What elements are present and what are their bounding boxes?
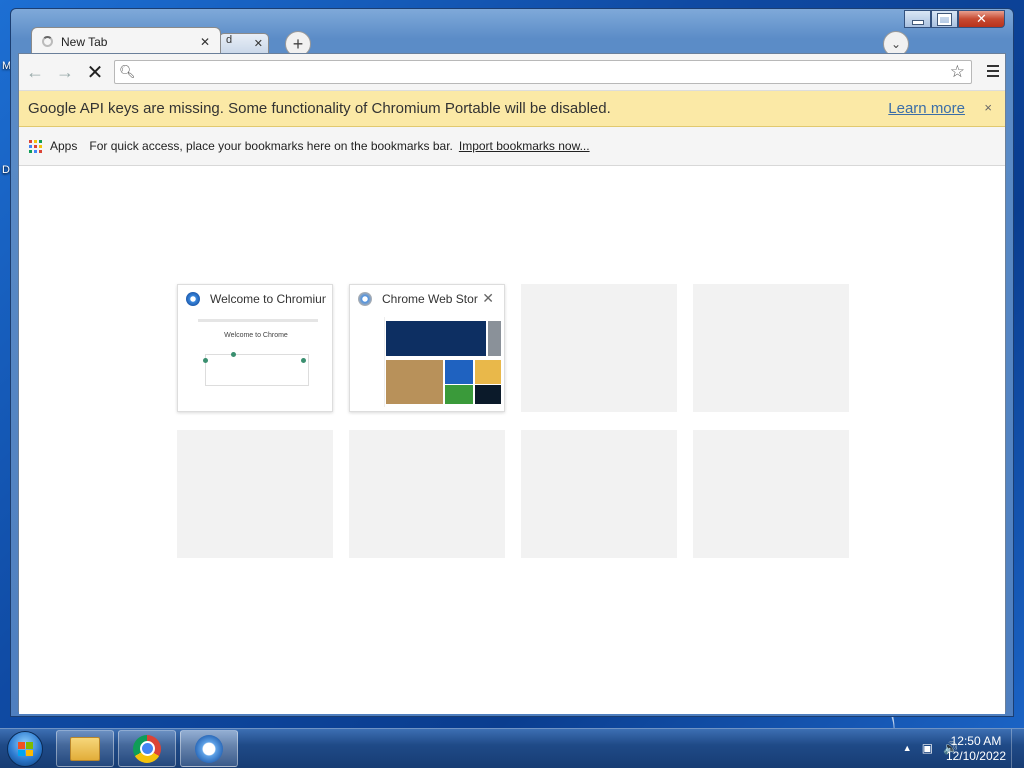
most-visited-tile-empty	[693, 284, 849, 412]
loading-spinner-icon	[42, 36, 53, 47]
taskbar-chrome-button[interactable]	[118, 730, 176, 767]
back-button[interactable]: ←	[21, 58, 49, 86]
tab-label: d	[226, 34, 233, 46]
taskbar-explorer-button[interactable]	[56, 730, 114, 767]
most-visited-tile-empty	[693, 430, 849, 558]
forward-button[interactable]: →	[51, 58, 79, 86]
clock-time: 12:50 AM	[950, 734, 1002, 748]
folder-icon	[70, 736, 100, 761]
chromium-favicon-icon	[186, 292, 200, 306]
most-visited-tile-empty	[177, 430, 333, 558]
import-bookmarks-link[interactable]: Import bookmarks now...	[459, 139, 590, 153]
tile-close-icon[interactable]: ✕	[482, 290, 494, 307]
bookmarks-bar: Apps For quick access, place your bookma…	[19, 127, 1005, 166]
new-tab-page: Welcome to Chromium Welcome to Chrome Ch…	[19, 166, 1005, 714]
apps-grid-icon[interactable]	[29, 139, 42, 153]
search-icon: 🔍︎	[119, 64, 136, 79]
infobar-close-icon[interactable]: ×	[984, 100, 992, 115]
show-desktop-button[interactable]	[1011, 729, 1024, 768]
most-visited-tile-empty	[349, 430, 505, 558]
navigation-toolbar: ← → ✕ 🔍︎ ☆	[19, 54, 1005, 91]
most-visited-tile-empty	[521, 430, 677, 558]
most-visited-tile[interactable]: Welcome to Chromium Welcome to Chrome	[177, 284, 333, 412]
tile-title: Welcome to Chromium	[186, 292, 326, 306]
tab-close-icon[interactable]: ✕	[254, 37, 263, 50]
most-visited-tile-empty	[521, 284, 677, 412]
tab-close-icon[interactable]: ✕	[200, 35, 210, 49]
tile-title-text: Welcome to Chromium	[210, 292, 326, 306]
tile-thumbnail	[353, 314, 503, 409]
api-keys-infobar: Google API keys are missing. Some functi…	[19, 91, 1005, 127]
show-hidden-icons-arrow-icon[interactable]: ▲	[903, 743, 912, 753]
clock-date: 12/10/2022	[945, 749, 1006, 763]
tab-label: New Tab	[61, 34, 108, 49]
address-bar[interactable]: 🔍︎ ☆	[114, 60, 972, 84]
tile-title-text: Chrome Web Store	[382, 292, 478, 306]
stop-loading-button[interactable]: ✕	[81, 58, 109, 86]
bookmark-star-icon[interactable]: ☆	[950, 62, 965, 82]
learn-more-link[interactable]: Learn more	[888, 100, 965, 117]
web-store-favicon-icon	[358, 292, 372, 306]
tab-new-tab[interactable]: New Tab ✕	[31, 27, 221, 55]
taskbar-chromium-button[interactable]	[180, 730, 238, 767]
thumbnail-heading: Welcome to Chrome	[224, 332, 288, 339]
browser-window: ✕ d ✕ New Tab ✕ + ⌄ ← → ✕ 🔍︎ ☆ Google AP…	[10, 8, 1014, 717]
chromium-icon	[195, 734, 223, 763]
start-button[interactable]	[4, 730, 46, 768]
windows-logo-icon	[7, 731, 43, 767]
browser-client-area: ← → ✕ 🔍︎ ☆ Google API keys are missing. …	[18, 53, 1006, 714]
infobar-message: Google API keys are missing. Some functi…	[28, 100, 611, 117]
taskbar: ▲ ▣ 🔊 12:50 AM 12/10/2022	[0, 728, 1024, 768]
network-icon[interactable]: ▣	[922, 741, 933, 755]
taskbar-clock[interactable]: 12:50 AM 12/10/2022	[946, 734, 1006, 764]
most-visited-tile[interactable]: Chrome Web Store ✕	[349, 284, 505, 412]
bookmarks-bar-hint: For quick access, place your bookmarks h…	[89, 139, 453, 153]
tile-thumbnail: Welcome to Chrome	[181, 314, 331, 409]
apps-shortcut[interactable]: Apps	[50, 139, 77, 153]
chrome-icon	[133, 734, 161, 763]
tile-title: Chrome Web Store	[358, 292, 478, 306]
tab-background[interactable]: d ✕	[219, 33, 269, 55]
tab-strip: d ✕ New Tab ✕ + ⌄	[23, 19, 1003, 57]
chrome-menu-button[interactable]	[987, 65, 999, 80]
